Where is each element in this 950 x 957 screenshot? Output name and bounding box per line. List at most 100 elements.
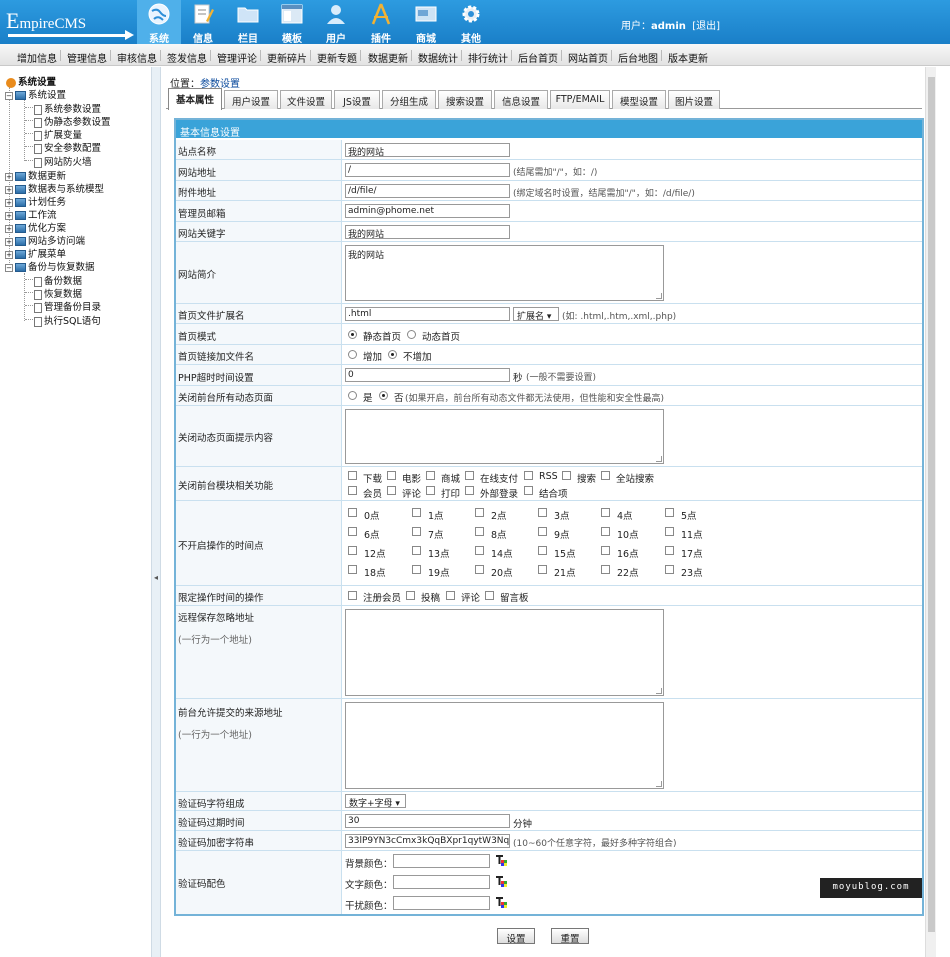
hour-checkbox[interactable] [412, 508, 421, 517]
submit-button[interactable]: 设置 [497, 928, 535, 945]
captcha-expire-input[interactable]: 30 [345, 814, 510, 828]
menu-item[interactable]: 管理信息 [67, 50, 107, 65]
hour-checkbox[interactable] [601, 565, 610, 574]
module-checkbox[interactable] [426, 471, 435, 480]
module-checkbox[interactable] [524, 486, 533, 495]
hour-checkbox[interactable] [601, 546, 610, 555]
tab-user[interactable]: 用户设置 [224, 90, 278, 109]
hour-checkbox[interactable] [412, 546, 421, 555]
menu-item[interactable]: 版本更新 [668, 50, 708, 65]
close-dynamic-yes-radio[interactable] [348, 391, 357, 400]
allowed-src-textarea[interactable] [345, 702, 664, 789]
limit-op-checkbox[interactable] [446, 591, 455, 600]
collapse-icon[interactable]: − [5, 91, 13, 100]
topnav-other[interactable]: 其他 [449, 0, 493, 45]
collapse-icon[interactable]: − [5, 263, 13, 272]
hour-checkbox[interactable] [538, 546, 547, 555]
hour-checkbox[interactable] [665, 508, 674, 517]
hour-checkbox[interactable] [412, 565, 421, 574]
hour-checkbox[interactable] [348, 508, 357, 517]
sidebar-group-backup[interactable]: − 备份与恢复数据 [5, 259, 95, 273]
site-name-input[interactable]: 我的网站 [345, 143, 510, 157]
menu-item[interactable]: 网站首页 [568, 50, 608, 65]
logout-link[interactable]: [退出] [692, 21, 720, 32]
tab-ftp-email[interactable]: FTP/EMAIL [550, 90, 610, 109]
sidebar-group[interactable]: + 优化方案 [5, 220, 66, 234]
no-filename-radio[interactable] [388, 350, 397, 359]
menu-item[interactable]: 管理评论 [217, 50, 257, 65]
tab-model[interactable]: 模型设置 [612, 90, 666, 109]
limit-op-checkbox[interactable] [348, 591, 357, 600]
tab-info[interactable]: 信息设置 [494, 90, 548, 109]
hour-checkbox[interactable] [601, 508, 610, 517]
tab-image[interactable]: 图片设置 [668, 90, 720, 109]
module-checkbox[interactable] [387, 486, 396, 495]
sidebar-group[interactable]: + 工作流 [5, 207, 57, 221]
hour-checkbox[interactable] [538, 527, 547, 536]
hour-checkbox[interactable] [475, 508, 484, 517]
hour-checkbox[interactable] [601, 527, 610, 536]
topnav-info[interactable]: 信息 [181, 0, 225, 45]
menu-item[interactable]: 增加信息 [17, 50, 57, 65]
hour-checkbox[interactable] [348, 546, 357, 555]
hour-checkbox[interactable] [348, 527, 357, 536]
hour-checkbox[interactable] [475, 546, 484, 555]
vertical-scrollbar[interactable] [925, 67, 936, 957]
menu-item[interactable]: 排行统计 [468, 50, 508, 65]
menu-item[interactable]: 审核信息 [117, 50, 157, 65]
sidebar-item[interactable]: 备份数据 [34, 273, 82, 287]
resize-grip-icon[interactable] [656, 688, 662, 694]
limit-op-checkbox[interactable] [485, 591, 494, 600]
expand-icon[interactable]: + [5, 172, 13, 181]
intro-textarea[interactable]: 我的网站 [345, 245, 664, 301]
expand-icon[interactable]: + [5, 211, 13, 220]
topnav-system[interactable]: 系统 [137, 0, 181, 45]
menu-item[interactable]: 后台地图 [618, 50, 658, 65]
attach-url-input[interactable]: /d/file/ [345, 184, 510, 198]
sidebar-item[interactable]: 恢复数据 [34, 286, 82, 300]
topnav-template[interactable]: 模板 [270, 0, 314, 45]
remote-ignore-textarea[interactable] [345, 609, 664, 696]
color-picker-icon[interactable] [495, 876, 507, 887]
module-checkbox[interactable] [348, 471, 357, 480]
tab-group-gen[interactable]: 分组生成 [382, 90, 436, 109]
module-checkbox[interactable] [387, 471, 396, 480]
module-checkbox[interactable] [348, 486, 357, 495]
topnav-user[interactable]: 用户 [314, 0, 358, 45]
collapse-arrow-icon[interactable]: ◂ [154, 573, 158, 582]
hour-checkbox[interactable] [475, 565, 484, 574]
add-filename-radio[interactable] [348, 350, 357, 359]
tab-file[interactable]: 文件设置 [280, 90, 332, 109]
expand-icon[interactable]: + [5, 185, 13, 194]
dynamic-index-radio[interactable] [407, 330, 416, 339]
resize-grip-icon[interactable] [656, 781, 662, 787]
menu-item[interactable]: 数据更新 [368, 50, 408, 65]
menu-item[interactable]: 签发信息 [167, 50, 207, 65]
menu-item[interactable]: 后台首页 [518, 50, 558, 65]
resize-grip-icon[interactable] [656, 456, 662, 462]
module-checkbox[interactable] [426, 486, 435, 495]
topnav-shop[interactable]: 商城 [404, 0, 448, 45]
sidebar-group[interactable]: + 数据更新 [5, 168, 66, 182]
keywords-input[interactable]: 我的网站 [345, 225, 510, 239]
menu-item[interactable]: 更新专题 [317, 50, 357, 65]
expand-icon[interactable]: + [5, 250, 13, 259]
scrollbar-thumb[interactable] [928, 77, 935, 932]
topnav-column[interactable]: 栏目 [226, 0, 270, 45]
menu-item[interactable]: 数据统计 [418, 50, 458, 65]
sidebar-group[interactable]: + 数据表与系统模型 [5, 181, 104, 195]
tab-js[interactable]: JS设置 [334, 90, 380, 109]
close-msg-textarea[interactable] [345, 409, 664, 464]
captcha-chars-select[interactable]: 数字+字母 ▾ [345, 794, 406, 809]
color-picker-icon[interactable] [495, 897, 507, 908]
close-dynamic-no-radio[interactable] [379, 391, 388, 400]
captcha-key-input[interactable]: 33lP9YN3cCmx3kQqBXpr1qytW3Nqh4 [345, 834, 510, 848]
sidebar-item[interactable]: 安全参数配置 [34, 140, 101, 154]
captcha-bg-color-input[interactable] [393, 854, 490, 868]
hour-checkbox[interactable] [538, 508, 547, 517]
resize-grip-icon[interactable] [656, 293, 662, 299]
captcha-text-color-input[interactable] [393, 875, 490, 889]
sidebar-item[interactable]: 执行SQL语句 [34, 313, 101, 327]
expand-icon[interactable]: + [5, 224, 13, 233]
admin-email-input[interactable]: admin@phome.net [345, 204, 510, 218]
